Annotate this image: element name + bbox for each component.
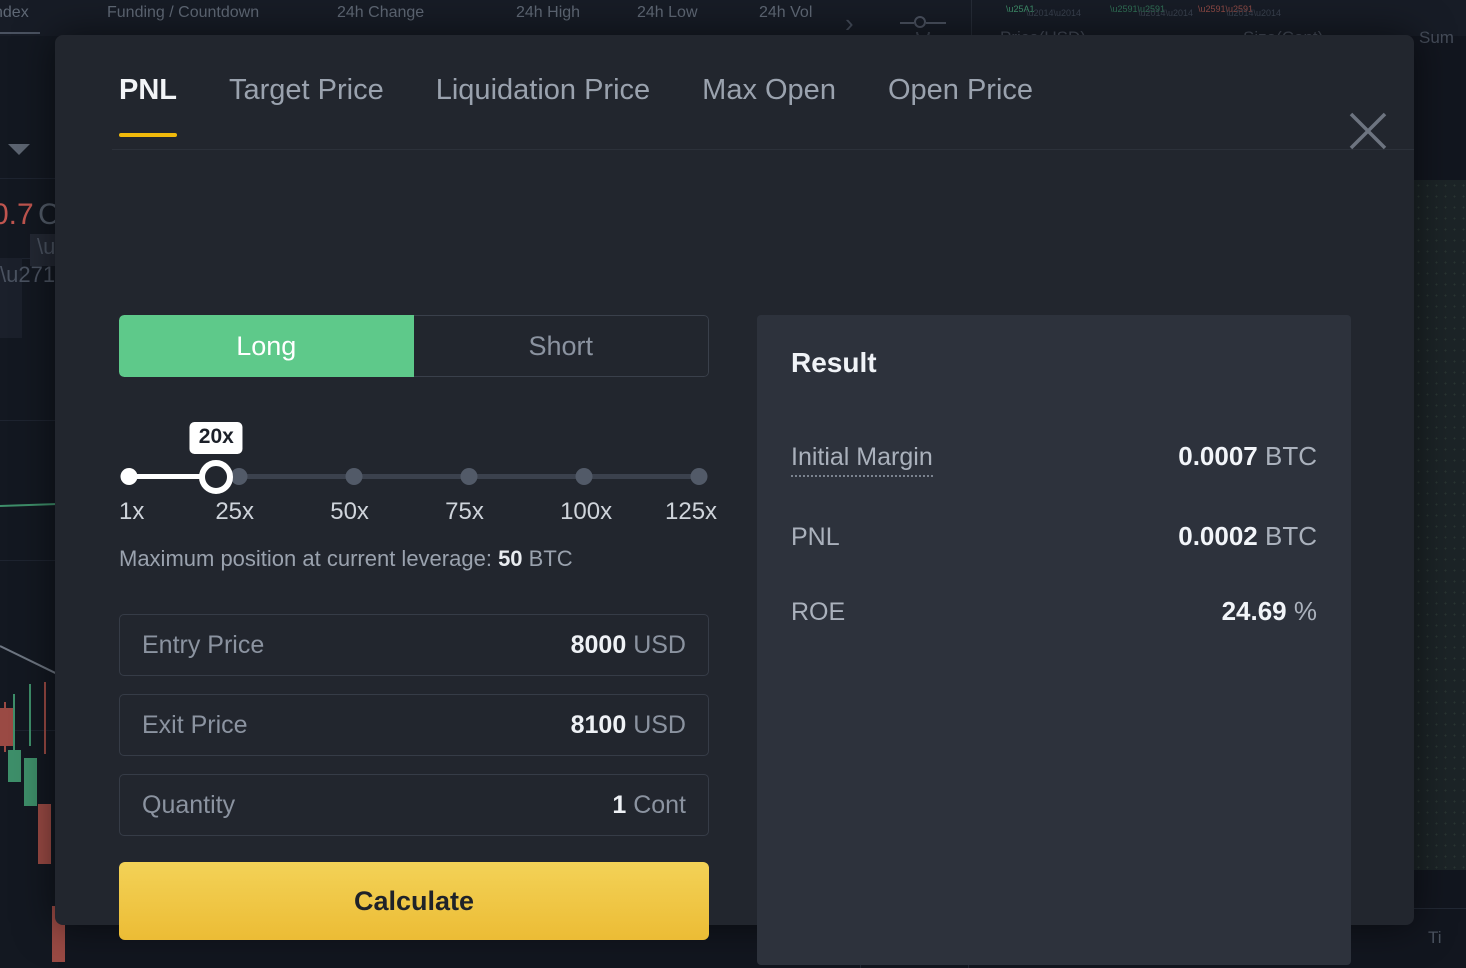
dropdown-caret-icon[interactable] <box>8 144 30 155</box>
slider-dot-100x[interactable] <box>575 468 593 485</box>
slider-dot-25x[interactable] <box>230 468 248 485</box>
result-row: ROE 24.69 % <box>791 596 1317 627</box>
result-key-initial-margin[interactable]: Initial Margin <box>791 443 933 477</box>
field-exit-price[interactable]: Exit Price 8100 USD <box>119 694 709 756</box>
field-number: 8000 <box>570 630 627 659</box>
field-quantity[interactable]: Quantity 1 Cont <box>119 774 709 836</box>
slider-tick-label-125x: 125x <box>665 498 718 525</box>
result-unit: % <box>1293 596 1317 626</box>
topbar-column-5: 24h Vol <box>759 4 813 21</box>
max-position-prefix: Maximum position at current leverage: <box>119 546 492 571</box>
result-panel: Result Initial Margin 0.0007 BTC PNL 0.0002… <box>757 315 1351 965</box>
field-value[interactable]: 1 Cont <box>612 791 686 820</box>
settings-sliders-icon[interactable] <box>900 10 946 39</box>
field-entry-price[interactable]: Entry Price 8000 USD <box>119 614 709 676</box>
field-label: Exit Price <box>142 710 248 739</box>
field-value[interactable]: 8100 USD <box>571 711 686 740</box>
result-row: PNL 0.0002 BTC <box>791 521 1317 552</box>
leverage-badge: 20x <box>189 422 243 454</box>
calculator-modal: PNL Target Price Liquidation Price Max Open… <box>55 35 1414 965</box>
tab-target-price[interactable]: Target Price <box>229 74 384 111</box>
max-position-unit: BTC <box>528 546 573 571</box>
result-value: 0.0002 BTC <box>1178 521 1317 552</box>
close-icon[interactable] <box>1338 101 1398 161</box>
background-price-value: 0.7 <box>0 198 34 231</box>
long-button[interactable]: Long <box>119 315 414 377</box>
result-unit: BTC <box>1265 521 1317 551</box>
tabbar-divider <box>112 149 1414 150</box>
slider-dot-125x[interactable] <box>690 468 708 485</box>
result-number: 24.69 <box>1221 596 1287 626</box>
slider-dot-1x[interactable] <box>120 468 138 485</box>
field-number: 1 <box>612 790 627 819</box>
slider-tick-label-75x: 75x <box>445 498 484 525</box>
max-position-value: 50 <box>498 546 523 571</box>
slider-dot-50x[interactable] <box>345 468 363 485</box>
field-value[interactable]: 8000 USD <box>571 631 686 660</box>
topbar-active-underline <box>0 32 40 34</box>
field-number: 8100 <box>570 710 627 739</box>
topbar-column-0: ndex <box>0 4 29 21</box>
result-value: 0.0007 BTC <box>1178 441 1317 472</box>
bottom-header-2: Ti <box>1428 928 1442 947</box>
position-side-toggle: Long Short <box>119 315 709 377</box>
result-unit: BTC <box>1265 441 1317 471</box>
slider-tick-label-1x: 1x <box>119 498 145 525</box>
slider-tick-label-50x: 50x <box>330 498 369 525</box>
calculate-button[interactable]: Calculate <box>119 862 709 940</box>
result-key-roe: ROE <box>791 598 846 626</box>
topbar-column-3: 24h High <box>516 4 581 21</box>
tab-pnl[interactable]: PNL <box>119 74 177 137</box>
tab-list: PNL Target Price Liquidation Price Max Open… <box>119 35 1033 150</box>
topbar-column-2: 24h Change <box>337 4 425 21</box>
topbar-column-1: Funding / Countdown <box>107 4 260 21</box>
result-key-pnl: PNL <box>791 523 840 551</box>
input-fields: Entry Price 8000 USD Exit Price 8100 USD Qua… <box>119 614 709 836</box>
tab-liquidation-price[interactable]: Liquidation Price <box>436 74 650 111</box>
field-label: Quantity <box>142 790 236 819</box>
max-position-note: Maximum position at current leverage: 50… <box>119 546 709 572</box>
slider-handle[interactable] <box>199 460 234 494</box>
field-unit: USD <box>633 710 686 739</box>
topbar-column-4: 24h Low <box>637 4 698 21</box>
field-unit: USD <box>633 630 686 659</box>
tab-open-price[interactable]: Open Price <box>888 74 1033 111</box>
field-label: Entry Price <box>142 630 265 659</box>
result-number: 0.0007 <box>1178 441 1258 471</box>
short-button[interactable]: Short <box>413 315 709 377</box>
orderbook-header-2: Sum <box>1419 28 1454 47</box>
background-orderbook-column <box>1414 180 1466 870</box>
slider-tick-label-25x: 25x <box>215 498 255 525</box>
tab-max-open[interactable]: Max Open <box>702 74 836 111</box>
calculator-form: Long Short 20x 1x 25x 50x 75x 100x 125x Maxim… <box>119 315 717 940</box>
leverage-slider[interactable]: 20x 1x 25x 50x 75x 100x 125x <box>119 422 717 542</box>
background-mini-tickers: \u25A1 \u2014\u2014 \u2591\u2591 \u2014\… <box>1006 4 1282 18</box>
result-title: Result <box>791 347 877 378</box>
slider-dot-75x[interactable] <box>460 468 478 485</box>
app-screen: ndex Funding / Countdown 24h Change 24h Hig… <box>0 0 1466 968</box>
modal-tabbar: PNL Target Price Liquidation Price Max Open… <box>55 35 1414 150</box>
result-number: 0.0002 <box>1178 521 1258 551</box>
slider-tick-label-100x: 100x <box>560 498 613 525</box>
background-candlestick-chart <box>0 580 65 962</box>
result-value: 24.69 % <box>1222 596 1317 627</box>
result-row: Initial Margin 0.0007 BTC <box>791 441 1317 477</box>
field-unit: Cont <box>633 790 686 819</box>
